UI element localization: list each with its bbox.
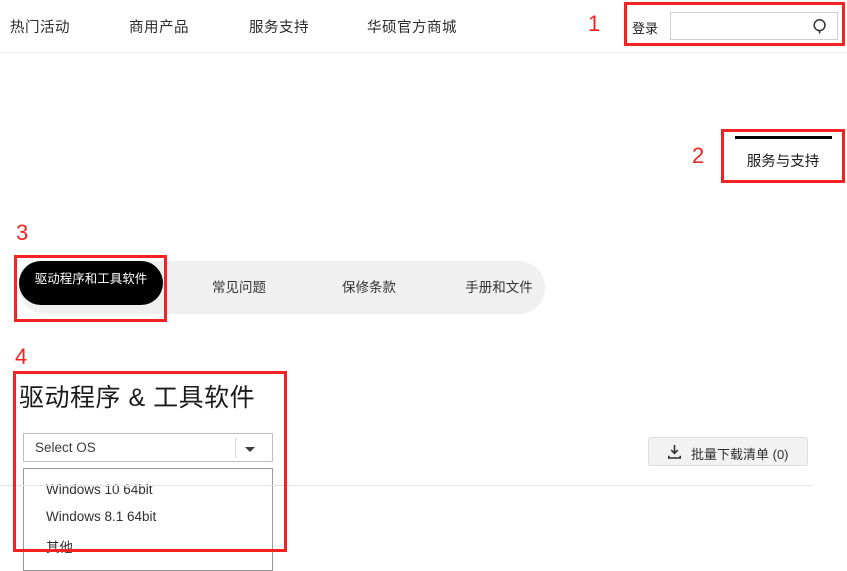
nav-item-hot-activities[interactable]: 热门活动 [10,16,70,37]
service-support-heading[interactable]: 服务与支持 [728,136,838,171]
os-option-windows-81-64bit[interactable]: Windows 8.1 64bit [24,503,272,530]
section-tabbar: 驱动程序和工具软件 常见问题 保修条款 手册和文件 [19,261,545,314]
os-select-value: Select OS [35,440,96,455]
search-input[interactable] [671,13,811,39]
service-support-underline-bar [734,136,832,139]
tab-drivers-and-tools[interactable]: 驱动程序和工具软件 [19,261,163,305]
nav-item-service-support[interactable]: 服务支持 [249,16,309,37]
download-icon [667,444,682,460]
tab-faq[interactable]: 常见问题 [184,261,294,314]
annotation-number-3: 3 [16,220,29,245]
search-icon[interactable] [812,18,829,35]
site-header: 热门活动 商用产品 服务支持 华硕官方商城 登录 [0,0,847,53]
service-support-label[interactable]: 服务与支持 [728,150,838,171]
nav-item-business-products[interactable]: 商用产品 [129,16,189,37]
tab-warranty-terms[interactable]: 保修条款 [314,261,424,314]
annotation-number-4: 4 [15,344,28,369]
chevron-down-icon[interactable] [245,447,255,452]
login-link[interactable]: 登录 [632,18,658,37]
os-option-windows-10-64bit[interactable]: Windows 10 64bit [24,476,272,503]
os-select-dropdown[interactable]: Select OS [23,433,273,462]
annotation-number-2: 2 [692,143,705,168]
drivers-section-title: 驱动程序 & 工具软件 [19,384,256,412]
bulk-download-button[interactable]: 批量下载清单 (0) [648,437,808,466]
os-select-separator [235,438,236,458]
bulk-download-label: 批量下载清单 (0) [691,447,789,462]
nav-item-official-store[interactable]: 华硕官方商城 [367,16,457,37]
os-select-option-list[interactable]: Windows 10 64bit Windows 8.1 64bit 其他 [23,468,273,571]
content-divider [0,485,812,486]
os-option-other[interactable]: 其他 [24,530,272,562]
search-box[interactable] [670,12,838,40]
tab-manuals-and-documents[interactable]: 手册和文件 [444,261,554,314]
